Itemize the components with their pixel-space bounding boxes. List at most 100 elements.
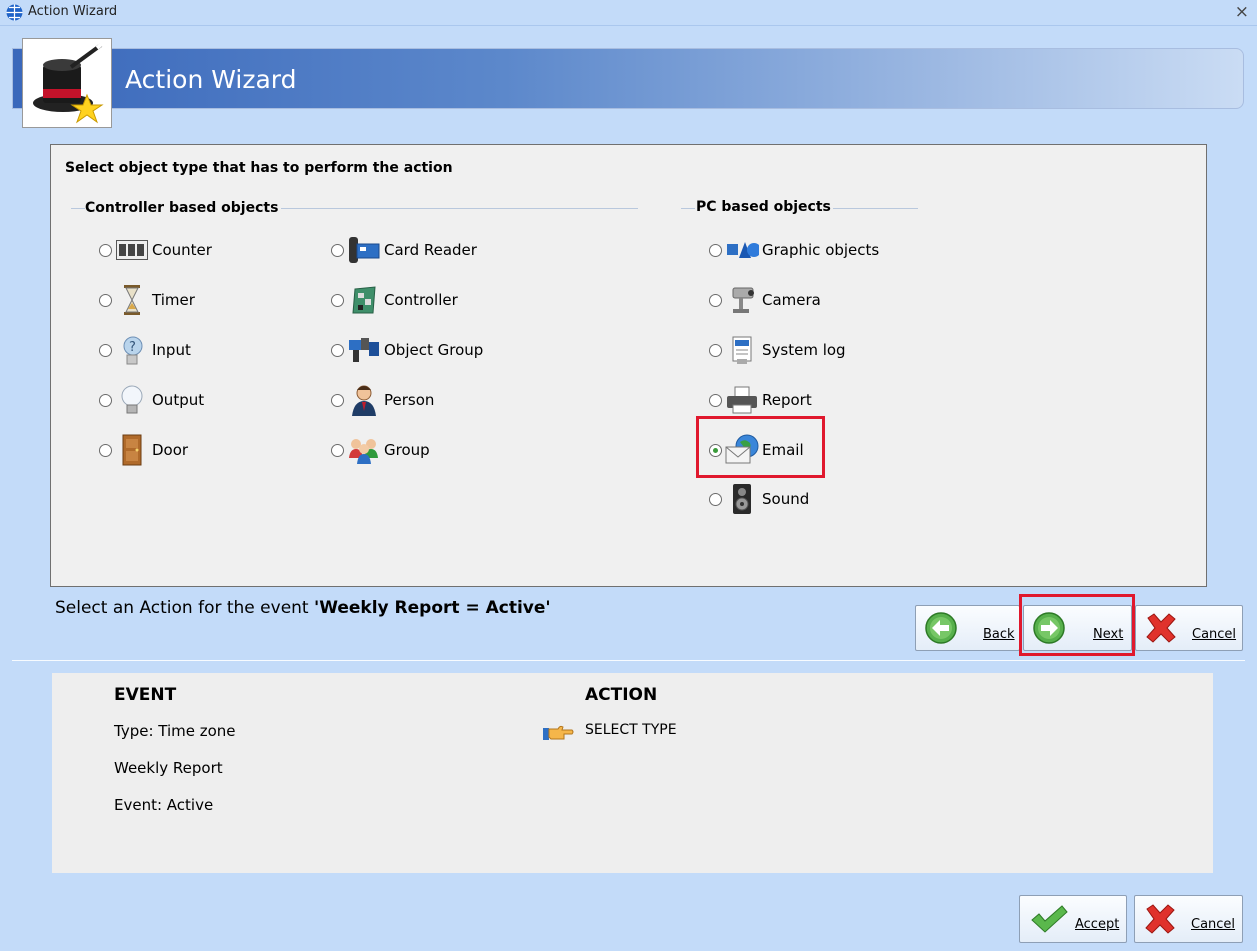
person-radio[interactable]: [331, 393, 344, 407]
prompt-event-name: 'Weekly Report = Active': [314, 598, 551, 618]
accept-label: Accept: [1075, 917, 1120, 932]
app-grid-icon: [6, 4, 23, 21]
option-report[interactable]: Report: [709, 385, 812, 415]
action-value: SELECT TYPE: [585, 722, 677, 738]
speaker-icon: [725, 484, 759, 514]
option-label: Door: [152, 441, 189, 459]
email-highlight-box: [696, 416, 825, 478]
option-label: Card Reader: [384, 241, 477, 259]
magic-hat-icon: [22, 38, 112, 128]
next-highlight-box: [1019, 594, 1135, 656]
option-label: Object Group: [384, 341, 484, 359]
controller-board-icon: [347, 285, 381, 315]
red-x-icon: [1146, 613, 1176, 643]
camera-radio[interactable]: [709, 293, 722, 307]
option-label: Sound: [762, 490, 810, 508]
option-label: Timer: [152, 291, 195, 309]
option-group[interactable]: Group: [331, 435, 430, 465]
lightbulb-icon: [115, 385, 149, 415]
cancel-button[interactable]: Cancel: [1135, 605, 1243, 651]
red-x-icon: [1145, 904, 1175, 934]
input-icon: ?: [115, 335, 149, 365]
option-label: Graphic objects: [762, 241, 880, 259]
option-card-reader[interactable]: Card Reader: [331, 235, 477, 265]
back-button[interactable]: Back: [915, 605, 1020, 651]
wizard-banner: Action Wizard: [12, 48, 1244, 109]
hourglass-icon: [115, 285, 149, 315]
group-divider: [281, 208, 638, 209]
camera-icon: [725, 285, 759, 315]
printer-icon: [725, 385, 759, 415]
option-label: Group: [384, 441, 430, 459]
group-radio[interactable]: [331, 443, 344, 457]
object-group-icon: [347, 335, 381, 365]
panel-title: Select object type that has to perform t…: [65, 160, 453, 176]
option-label: Camera: [762, 291, 821, 309]
system-log-icon: [725, 335, 759, 365]
graphic-objects-radio[interactable]: [709, 243, 722, 257]
controller-group-label: Controller based objects: [85, 200, 279, 216]
cancel-label: Cancel: [1192, 627, 1237, 642]
option-object-group[interactable]: Object Group: [331, 335, 483, 365]
pc-group-label: PC based objects: [696, 199, 831, 215]
counter-icon: [115, 235, 149, 265]
timer-radio[interactable]: [99, 293, 112, 307]
option-label: Input: [152, 341, 191, 359]
event-prompt: Select an Action for the event 'Weekly R…: [55, 598, 551, 618]
checkmark-icon: [1031, 905, 1068, 933]
controller-radio[interactable]: [331, 293, 344, 307]
group-divider: [833, 208, 918, 209]
event-state: Event: Active: [114, 796, 214, 814]
object-group-radio[interactable]: [331, 343, 344, 357]
object-type-panel: Select object type that has to perform t…: [50, 144, 1207, 587]
option-person[interactable]: Person: [331, 385, 435, 416]
option-controller[interactable]: Controller: [331, 285, 458, 315]
person-icon: [347, 385, 381, 416]
graphic-objects-icon: [725, 235, 759, 265]
footer-cancel-button[interactable]: Cancel: [1134, 895, 1243, 943]
group-divider: [71, 208, 85, 209]
system-log-radio[interactable]: [709, 343, 722, 357]
group-divider: [681, 208, 695, 209]
option-label: Report: [762, 391, 812, 409]
people-group-icon: [347, 435, 381, 465]
option-timer[interactable]: Timer: [99, 285, 195, 315]
card-reader-icon: [347, 235, 381, 265]
accept-button[interactable]: Accept: [1019, 895, 1127, 943]
option-label: Person: [384, 391, 435, 409]
option-camera[interactable]: Camera: [709, 285, 821, 315]
banner-title: Action Wizard: [125, 65, 297, 94]
option-label: Output: [152, 391, 205, 409]
window-title: Action Wizard: [28, 4, 118, 19]
door-icon: [115, 434, 149, 466]
option-sound[interactable]: Sound: [709, 484, 809, 514]
output-radio[interactable]: [99, 393, 112, 407]
separator-line: [12, 660, 1245, 661]
counter-radio[interactable]: [99, 243, 112, 257]
prompt-text: Select an Action for the event: [55, 598, 314, 618]
option-label: Counter: [152, 241, 212, 259]
input-radio[interactable]: [99, 343, 112, 357]
footer-cancel-label: Cancel: [1191, 917, 1236, 932]
event-name: Weekly Report: [114, 759, 223, 777]
back-label: Back: [983, 627, 1015, 642]
option-counter[interactable]: Counter: [99, 235, 212, 265]
option-input[interactable]: ? Input: [99, 335, 191, 365]
option-graphic-objects[interactable]: Graphic objects: [709, 235, 879, 265]
action-header: ACTION: [585, 685, 658, 705]
door-radio[interactable]: [99, 443, 112, 457]
sound-radio[interactable]: [709, 492, 722, 506]
option-door[interactable]: Door: [99, 434, 189, 466]
arrow-left-icon: [925, 612, 957, 644]
event-type: Type: Time zone: [114, 722, 236, 740]
event-header: EVENT: [114, 685, 177, 705]
report-radio[interactable]: [709, 393, 722, 407]
pointing-hand-icon: [543, 725, 574, 740]
option-output[interactable]: Output: [99, 385, 204, 415]
close-icon[interactable]: ×: [1235, 2, 1249, 22]
option-label: Controller: [384, 291, 458, 309]
option-system-log[interactable]: System log: [709, 335, 846, 365]
option-label: System log: [762, 341, 846, 359]
card-reader-radio[interactable]: [331, 243, 344, 257]
svg-text:?: ?: [129, 340, 136, 355]
